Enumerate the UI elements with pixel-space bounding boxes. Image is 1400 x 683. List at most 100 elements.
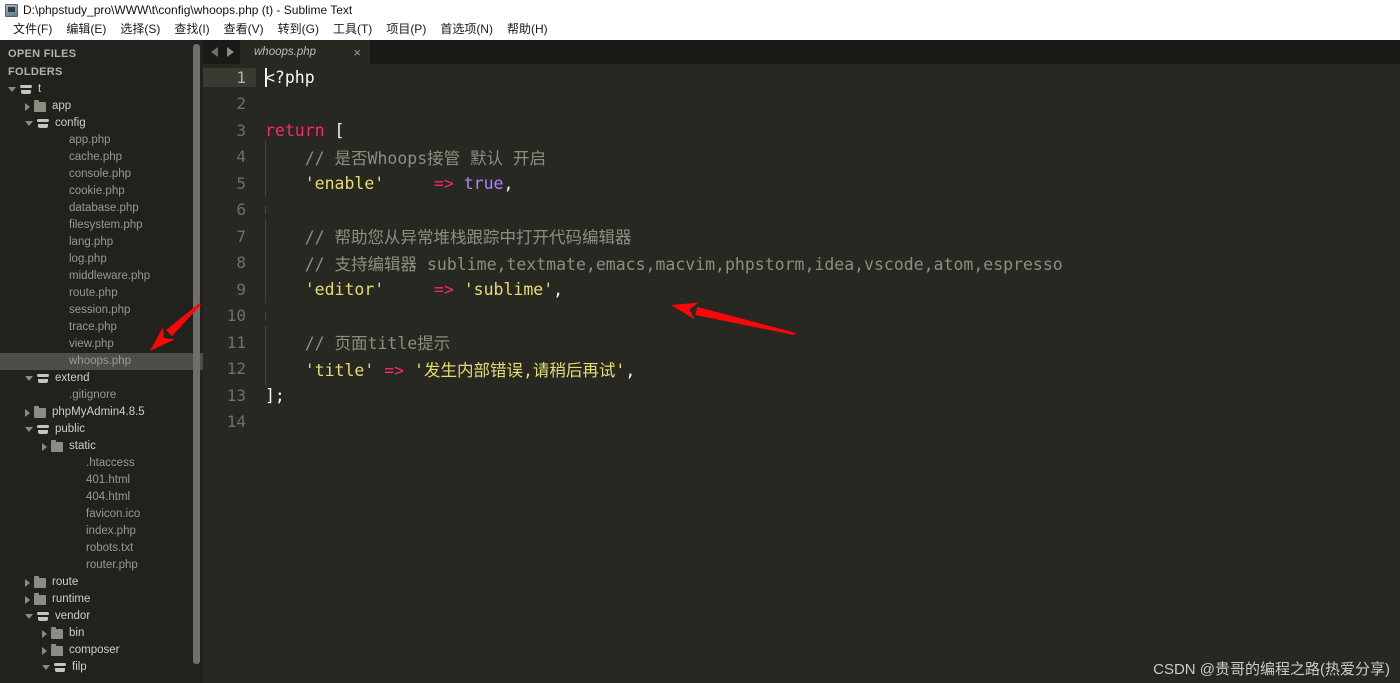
tree-file-log-php[interactable]: log.php [0,251,203,268]
code-token: , [625,360,636,380]
code-line[interactable]: 1 <?php [203,64,1400,91]
tab-whoops-php[interactable]: whoops.php × [240,40,370,64]
code-token: 'enable' [304,173,385,193]
tree-folder-app[interactable]: app [0,98,203,115]
menu-file[interactable]: 文件(F) [6,20,59,39]
code-line[interactable]: 14 [203,409,1400,436]
code-line[interactable]: 10 [203,303,1400,330]
triangle-down-icon[interactable] [25,121,33,126]
code-token: [ [334,120,345,140]
code-token: '发生内部错误,请稍后再试' [414,360,626,380]
chevron-left-icon[interactable] [211,47,218,57]
line-number: 13 [226,385,246,405]
tree-folder-composer[interactable]: composer [0,642,203,659]
folder-icon [51,643,63,656]
tree-file-view-php[interactable]: view.php [0,336,203,353]
menu-find[interactable]: 查找(I) [167,20,216,39]
code-token: 'title' [304,360,375,380]
tree-folder-runtime[interactable]: runtime [0,591,203,608]
tree-file-session-php[interactable]: session.php [0,302,203,319]
code-line[interactable]: 9 'editor' => 'sublime', [203,275,1400,303]
file-indent-spacer [51,340,63,350]
menu-tools[interactable]: 工具(T) [326,20,379,39]
triangle-down-icon[interactable] [25,376,33,381]
tree-folder-vendor[interactable]: vendor [0,608,203,625]
tree-item-label: app.php [69,134,111,146]
tree-folder-bin[interactable]: bin [0,625,203,642]
code-line[interactable]: 8 // 支持编辑器 sublime,textmate,emacs,macvim… [203,246,1400,279]
sidebar-scrollbar[interactable] [193,44,200,664]
triangle-right-icon[interactable] [25,102,30,111]
triangle-right-icon[interactable] [42,442,47,451]
tree-item-label: robots.txt [86,542,134,554]
menu-preferences[interactable]: 首选项(N) [433,20,500,39]
triangle-down-icon[interactable] [25,614,33,619]
tree-file--gitignore[interactable]: .gitignore [0,387,203,404]
sidebar-file-tree: OPEN FILES FOLDERS t app config app.php cach… [0,40,203,683]
file-indent-spacer [51,306,63,316]
menu-project[interactable]: 项目(P) [379,20,433,39]
tree-file-401-html[interactable]: 401.html [0,472,203,489]
chevron-right-icon[interactable] [227,47,234,57]
menu-goto[interactable]: 转到(G) [271,20,326,39]
tree-item-label: router.php [86,559,138,571]
tree-folder-filp[interactable]: filp [0,659,203,676]
tree-file-database-php[interactable]: database.php [0,200,203,217]
tree-item-label: lang.php [69,236,114,248]
code-line[interactable]: 5 'enable' => true, [203,169,1400,197]
folder-icon [34,99,46,112]
menu-edit[interactable]: 编辑(E) [59,20,113,39]
tree-file-lang-php[interactable]: lang.php [0,234,203,251]
code-line[interactable]: 13]; [203,382,1400,409]
code-editor[interactable]: 1 <?php 2 3 return [4 // 是否Whoops接管 默认 开启 5 '… [203,64,1400,683]
triangle-down-icon[interactable] [42,665,50,670]
tree-folder-route[interactable]: route [0,574,203,591]
tree-file-app-php[interactable]: app.php [0,132,203,149]
tree-file-cache-php[interactable]: cache.php [0,149,203,166]
code-line[interactable]: 2 [203,91,1400,118]
tree-file-favicon-ico[interactable]: favicon.ico [0,506,203,523]
menu-help[interactable]: 帮助(H) [500,20,555,39]
tree-folder-t[interactable]: t [0,81,203,98]
tree-file-404-html[interactable]: 404.html [0,489,203,506]
tree-file-console-php[interactable]: console.php [0,166,203,183]
triangle-right-icon[interactable] [42,646,47,655]
tree-file-cookie-php[interactable]: cookie.php [0,183,203,200]
tree-file-robots-txt[interactable]: robots.txt [0,540,203,557]
code-line[interactable]: 3 return [ [203,117,1400,144]
code-line[interactable]: 6 [203,197,1400,224]
triangle-right-icon[interactable] [42,629,47,638]
code-token: 'editor' [304,279,385,299]
code-line[interactable]: 11 // 页面title提示 [203,326,1400,359]
triangle-right-icon[interactable] [25,595,30,604]
tree-item-label: index.php [86,525,136,537]
menu-select[interactable]: 选择(S) [113,20,167,39]
code-line[interactable]: 4 // 是否Whoops接管 默认 开启 [203,140,1400,173]
close-icon[interactable]: × [353,46,361,59]
menu-view[interactable]: 查看(V) [217,20,271,39]
tree-file-trace-php[interactable]: trace.php [0,319,203,336]
triangle-right-icon[interactable] [25,408,30,417]
tree-file-index-php[interactable]: index.php [0,523,203,540]
tree-file-filesystem-php[interactable]: filesystem.php [0,217,203,234]
tree-file-middleware-php[interactable]: middleware.php [0,268,203,285]
code-line[interactable]: 7 // 帮助您从异常堆栈跟踪中打开代码编辑器 [203,220,1400,253]
line-number: 11 [226,332,246,352]
code-line-text: return [ [256,121,1400,140]
triangle-down-icon[interactable] [8,87,16,92]
tree-item-label: static [69,440,96,452]
tree-folder-phpmyadmin4-8-5[interactable]: phpMyAdmin4.8.5 [0,404,203,421]
code-line[interactable]: 12 'title' => '发生内部错误,请稍后再试', [203,352,1400,385]
tree-file-whoops-php[interactable]: whoops.php [0,353,203,370]
tree-folder-public[interactable]: public [0,421,203,438]
tree-folder-static[interactable]: static [0,438,203,455]
tree-file--htaccess[interactable]: .htaccess [0,455,203,472]
tree-file-router-php[interactable]: router.php [0,557,203,574]
file-indent-spacer [51,255,63,265]
triangle-right-icon[interactable] [25,578,30,587]
triangle-down-icon[interactable] [25,427,33,432]
tree-folder-config[interactable]: config [0,115,203,132]
tree-file-route-php[interactable]: route.php [0,285,203,302]
tree-folder-extend[interactable]: extend [0,370,203,387]
